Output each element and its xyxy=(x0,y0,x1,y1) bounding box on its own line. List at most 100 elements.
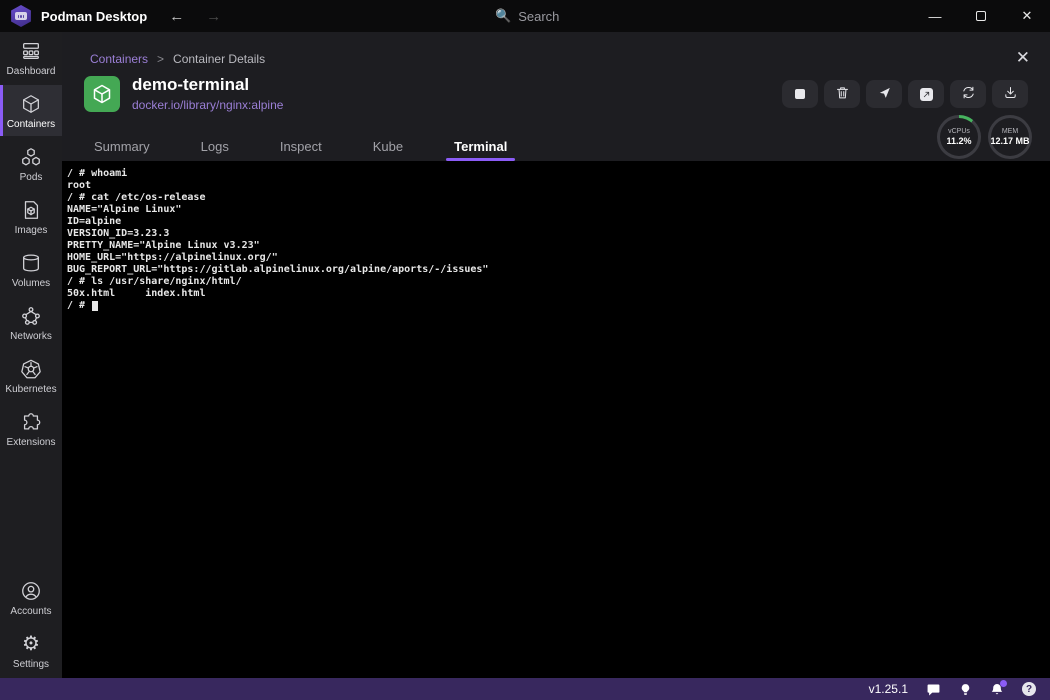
pods-icon xyxy=(19,145,43,169)
tab-inspect[interactable]: Inspect xyxy=(278,131,324,161)
memory-gauge-value: 12.17 MB xyxy=(990,136,1029,146)
sidebar-item-images[interactable]: Images xyxy=(0,191,62,242)
content-area: Containers > Container Details ✕ demo-te… xyxy=(62,32,1050,678)
sidebar-item-label: Networks xyxy=(10,331,52,342)
terminal-prompt-line: / # xyxy=(67,300,1050,312)
export-container-button[interactable] xyxy=(992,80,1028,108)
open-browser-button[interactable] xyxy=(908,80,944,108)
containers-icon xyxy=(19,92,43,116)
container-name: demo-terminal xyxy=(132,75,283,95)
terminal-line: ID=alpine xyxy=(67,216,1050,228)
rocket-icon xyxy=(877,85,892,103)
extensions-icon xyxy=(19,410,43,434)
sidebar-item-label: Volumes xyxy=(12,278,50,289)
app-title: Podman Desktop xyxy=(41,9,147,24)
stop-container-button[interactable] xyxy=(782,80,818,108)
window-minimize-button[interactable]: — xyxy=(912,0,958,32)
container-image-name: docker.io/library/nginx:alpine xyxy=(132,98,283,112)
container-status-icon xyxy=(84,76,120,112)
sidebar-item-label: Settings xyxy=(13,659,49,670)
resource-gauges: vCPUs 11.2% MEM 12.17 MB xyxy=(937,115,1032,159)
download-icon xyxy=(1003,85,1018,103)
window-close-button[interactable]: ✕ xyxy=(1004,0,1050,32)
sidebar-item-label: Accounts xyxy=(10,606,51,617)
bell-icon[interactable] xyxy=(990,682,1004,697)
sidebar-item-extensions[interactable]: Extensions xyxy=(0,403,62,454)
terminal-line: BUG_REPORT_URL="https://gitlab.alpinelin… xyxy=(67,264,1050,276)
terminal-view[interactable]: / # whoami root / # cat /etc/os-release … xyxy=(62,161,1050,678)
forward-arrow-icon[interactable]: → xyxy=(206,9,221,24)
sidebar-item-networks[interactable]: Networks xyxy=(0,297,62,348)
sidebar-item-label: Containers xyxy=(7,119,55,130)
sidebar-item-containers[interactable]: Containers xyxy=(0,85,62,136)
restart-container-button[interactable] xyxy=(950,80,986,108)
terminal-line: / # ls /usr/share/nginx/html/ xyxy=(67,276,1050,288)
notification-dot xyxy=(1000,680,1007,687)
memory-usage-gauge: MEM 12.17 MB xyxy=(988,115,1032,159)
window-maximize-button[interactable] xyxy=(958,0,1004,32)
sidebar-item-label: Dashboard xyxy=(7,66,56,77)
sidebar: Dashboard Containers Pods Images Volumes xyxy=(0,32,62,678)
terminal-line: 50x.html index.html xyxy=(67,288,1050,300)
breadcrumb-current: Container Details xyxy=(173,52,265,66)
terminal-prompt: / # xyxy=(67,300,91,311)
sidebar-item-label: Extensions xyxy=(7,437,56,448)
terminal-cursor xyxy=(92,301,98,311)
details-tabs: Summary Logs Inspect Kube Terminal xyxy=(92,131,509,161)
tab-summary[interactable]: Summary xyxy=(92,131,152,161)
close-details-button[interactable]: ✕ xyxy=(1016,48,1030,68)
search-label: Search xyxy=(518,9,559,24)
sidebar-item-accounts[interactable]: Accounts xyxy=(0,572,62,623)
lightbulb-icon[interactable] xyxy=(959,682,972,697)
podman-desktop-app: Podman Desktop ← → 🔍 Search — ✕ Dashboar… xyxy=(0,0,1050,700)
images-icon xyxy=(19,198,43,222)
podman-logo-icon xyxy=(10,5,32,27)
breadcrumb: Containers > Container Details xyxy=(90,52,265,66)
sidebar-item-label: Kubernetes xyxy=(5,384,56,395)
tab-terminal[interactable]: Terminal xyxy=(452,131,509,161)
version-label: v1.25.1 xyxy=(869,682,908,696)
search-icon: 🔍 xyxy=(495,8,511,24)
networks-icon xyxy=(19,304,43,328)
cpu-usage-gauge: vCPUs 11.2% xyxy=(937,115,981,159)
help-icon[interactable]: ? xyxy=(1022,682,1036,696)
breadcrumb-separator: > xyxy=(157,52,164,66)
breadcrumb-containers-link[interactable]: Containers xyxy=(90,52,148,66)
tab-kube[interactable]: Kube xyxy=(371,131,405,161)
sidebar-item-label: Images xyxy=(15,225,48,236)
sidebar-item-label: Pods xyxy=(20,172,43,183)
container-actions xyxy=(782,80,1028,108)
terminal-line: / # cat /etc/os-release xyxy=(67,192,1050,204)
search-input[interactable]: 🔍 Search xyxy=(495,0,559,32)
cpu-gauge-label: vCPUs xyxy=(948,128,970,135)
feedback-bubble-icon[interactable] xyxy=(926,682,941,697)
sidebar-item-volumes[interactable]: Volumes xyxy=(0,244,62,295)
external-link-icon xyxy=(920,88,933,101)
dashboard-icon xyxy=(19,39,43,63)
title-bar: Podman Desktop ← → 🔍 Search — ✕ xyxy=(0,0,1050,32)
terminal-line: VERSION_ID=3.23.3 xyxy=(67,228,1050,240)
terminal-line: HOME_URL="https://alpinelinux.org/" xyxy=(67,252,1050,264)
restart-icon xyxy=(961,85,976,103)
trash-icon xyxy=(835,85,850,103)
terminal-line: root xyxy=(67,180,1050,192)
stop-icon xyxy=(795,89,805,99)
back-arrow-icon[interactable]: ← xyxy=(169,9,184,24)
sidebar-item-settings[interactable]: ⚙ Settings xyxy=(0,625,62,676)
accounts-icon xyxy=(19,579,43,603)
volumes-icon xyxy=(19,251,43,275)
cpu-gauge-value: 11.2% xyxy=(946,136,971,146)
settings-icon: ⚙ xyxy=(19,632,43,656)
memory-gauge-label: MEM xyxy=(1002,128,1018,135)
container-details-header: Containers > Container Details ✕ demo-te… xyxy=(62,32,1050,161)
tab-logs[interactable]: Logs xyxy=(199,131,231,161)
terminal-line: PRETTY_NAME="Alpine Linux v3.23" xyxy=(67,240,1050,252)
delete-container-button[interactable] xyxy=(824,80,860,108)
sidebar-item-pods[interactable]: Pods xyxy=(0,138,62,189)
sidebar-item-dashboard[interactable]: Dashboard xyxy=(0,32,62,83)
terminal-line: / # whoami xyxy=(67,168,1050,180)
sidebar-item-kubernetes[interactable]: Kubernetes xyxy=(0,350,62,401)
terminal-line: NAME="Alpine Linux" xyxy=(67,204,1050,216)
deploy-to-kubernetes-button[interactable] xyxy=(866,80,902,108)
kubernetes-icon xyxy=(19,357,43,381)
